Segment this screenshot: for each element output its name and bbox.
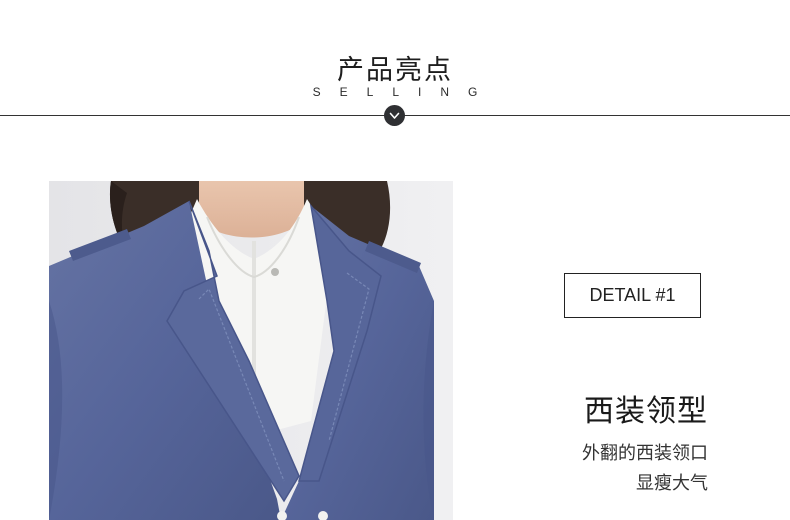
feature-title: 西装领型 <box>584 394 708 429</box>
detail-label-box: DETAIL #1 <box>564 273 701 318</box>
section-subtitle: SELLING <box>312 85 497 99</box>
jacket-collar-illustration <box>49 181 453 520</box>
section-title: 产品亮点 <box>337 55 453 86</box>
detail-label: DETAIL #1 <box>589 285 676 305</box>
feature-description-line: 外翻的西装领口 <box>582 443 708 464</box>
feature-description-line: 显瘦大气 <box>636 473 708 494</box>
product-photo <box>49 181 453 520</box>
chevron-down-icon <box>384 105 405 126</box>
